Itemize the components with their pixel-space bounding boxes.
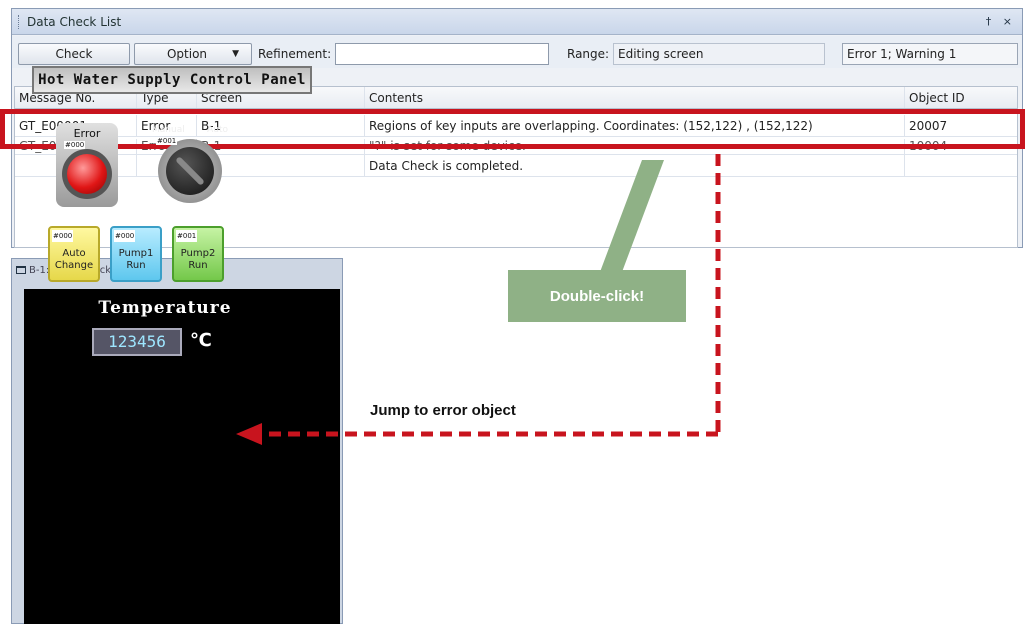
- jump-annotation: Jump to error object: [370, 402, 516, 419]
- arrow-head-icon: [236, 423, 262, 445]
- switch-device-tag: #001: [156, 137, 178, 145]
- double-click-callout: Double-click!: [508, 270, 686, 322]
- callout-pointer: [600, 160, 664, 272]
